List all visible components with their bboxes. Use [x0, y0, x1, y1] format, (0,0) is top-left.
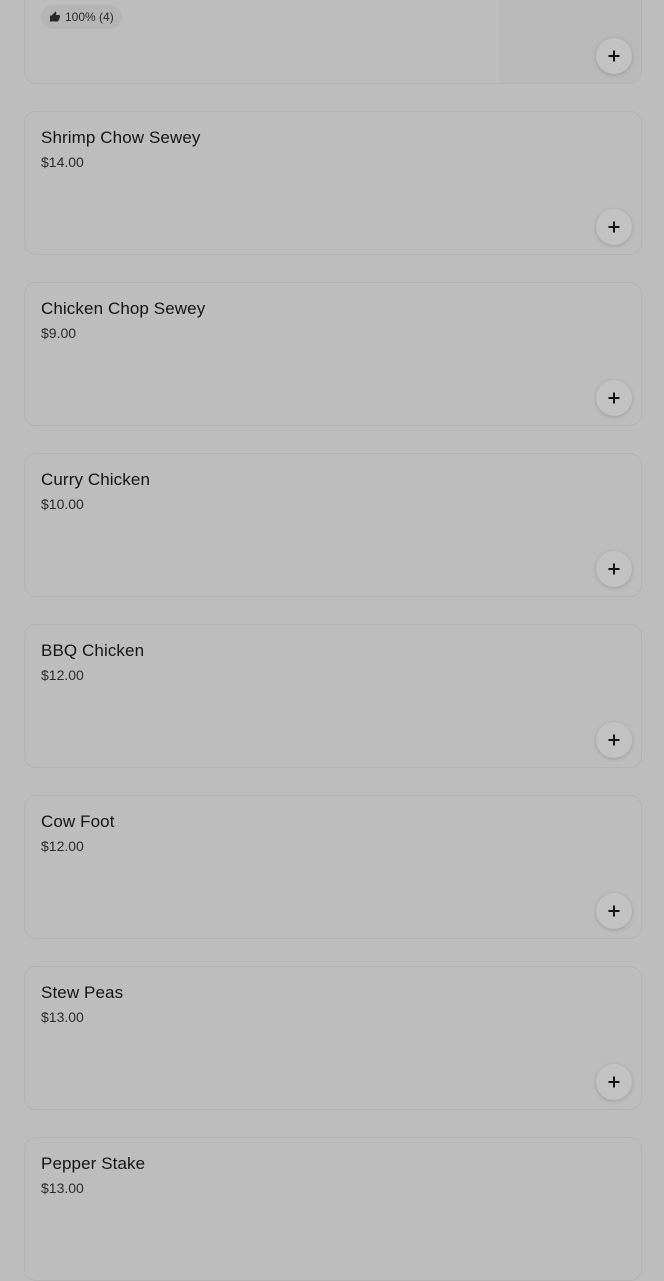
plus-icon: [608, 563, 620, 575]
item-price: $13.00: [41, 1009, 84, 1025]
plus-icon: [608, 905, 620, 917]
item-name: Cow Foot: [41, 812, 115, 831]
item-name: Chicken Chop Sewey: [41, 299, 206, 318]
menu-item-card[interactable]: Shrimp Chow Sewey $14.00: [24, 111, 642, 255]
menu-item-card[interactable]: BBQ Chicken $12.00: [24, 624, 642, 768]
item-name: Shrimp Chow Sewey: [41, 128, 201, 147]
plus-icon: [608, 1076, 620, 1088]
add-button[interactable]: [596, 380, 632, 416]
item-price: $12.00: [41, 838, 84, 854]
item-name: Pepper Stake: [41, 1154, 146, 1173]
menu-item-card[interactable]: Pepper Stake $13.00: [24, 1137, 642, 1281]
plus-icon: [608, 221, 620, 233]
rating-text: 100% (4): [65, 10, 114, 24]
rating-badge: 100% (4): [41, 5, 122, 29]
item-price: $10.00: [41, 496, 84, 512]
item-name: BBQ Chicken: [41, 641, 145, 660]
item-price: $14.00: [41, 154, 84, 170]
menu-item-card[interactable]: Curry Chicken $10.00: [24, 453, 642, 597]
plus-icon: [608, 392, 620, 404]
item-price: $9.00: [41, 325, 77, 341]
add-button[interactable]: [596, 1064, 632, 1100]
add-button[interactable]: [596, 209, 632, 245]
add-button[interactable]: [596, 38, 632, 74]
menu-item-card[interactable]: 100% (4): [24, 0, 642, 84]
plus-icon: [608, 734, 620, 746]
item-price: $12.00: [41, 667, 84, 683]
menu-item-card[interactable]: Cow Foot $12.00: [24, 795, 642, 939]
add-button[interactable]: [596, 893, 632, 929]
menu-item-card[interactable]: Chicken Chop Sewey $9.00: [24, 282, 642, 426]
thumbs-up-icon: [50, 11, 60, 22]
menu-item-card[interactable]: Stew Peas $13.00: [24, 966, 642, 1110]
add-button[interactable]: [596, 551, 632, 587]
plus-icon: [608, 50, 620, 62]
item-price: $13.00: [41, 1180, 84, 1196]
add-button[interactable]: [596, 722, 632, 758]
item-name: Curry Chicken: [41, 470, 150, 489]
item-name: Stew Peas: [41, 983, 124, 1002]
